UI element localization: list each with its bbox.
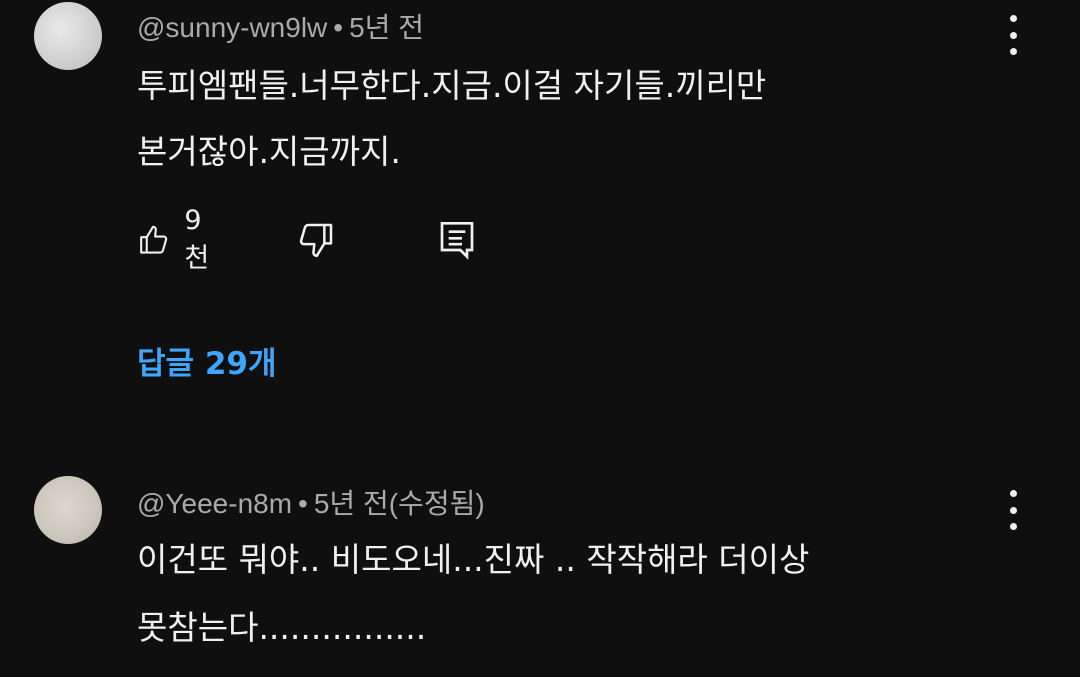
comment-line: 못참는다................: [137, 608, 427, 647]
dislike-button[interactable]: [295, 216, 337, 264]
meta-separator: •: [333, 12, 344, 43]
comment-time: 5년 전: [349, 12, 424, 43]
comment-text: 이건또 뭐야.. 비도오네...진짜 .. 작작해라 더이상 못참는다.....…: [137, 530, 809, 658]
avatar[interactable]: [34, 2, 102, 70]
comment-meta: @Yeee-n8m • 5년 전(수정됨): [137, 482, 485, 522]
comment-line: 투피엠팬들.너무한다.지금.이걸 자기들.끼리만: [137, 66, 767, 105]
comment-line: 이건또 뭐야.. 비도오네...진짜 .. 작작해라 더이상: [137, 540, 810, 579]
avatar[interactable]: [34, 476, 102, 544]
reply-button[interactable]: [437, 216, 477, 264]
like-button[interactable]: 9천: [137, 205, 218, 274]
thumb-up-icon: [140, 225, 168, 254]
meta-separator: •: [298, 488, 308, 519]
more-vert-icon[interactable]: [1002, 15, 1024, 55]
comment-meta: @sunny-wn9lw • 5년 전: [137, 6, 424, 46]
view-replies-button[interactable]: 답글 29개: [137, 338, 277, 383]
comment-time: 5년 전(수정됨): [313, 488, 485, 519]
author-name[interactable]: @Yeee-n8m: [137, 488, 292, 519]
like-count: 9천: [184, 205, 210, 274]
comment-text: 투피엠팬들.너무한다.지금.이걸 자기들.끼리만 본거잖아.지금까지.: [137, 56, 766, 182]
comment-line: 본거잖아.지금까지.: [137, 132, 401, 171]
author-name[interactable]: @sunny-wn9lw: [137, 12, 327, 43]
more-vert-icon[interactable]: [1002, 490, 1024, 530]
thumb-down-icon: [299, 223, 333, 258]
reply-comment-icon: [440, 222, 474, 260]
